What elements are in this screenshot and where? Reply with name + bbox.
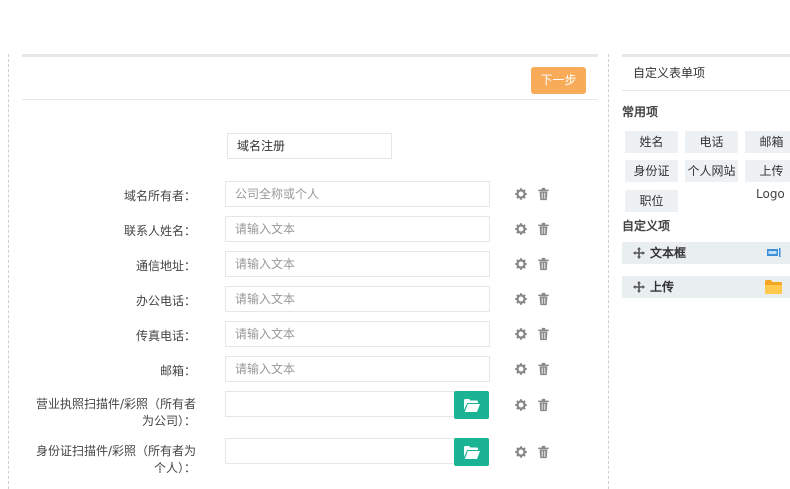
gear-icon[interactable]	[514, 222, 528, 236]
gear-icon[interactable]	[514, 187, 528, 201]
field-label: 通信地址：	[135, 259, 196, 273]
field-label: 联系人姓名：	[123, 224, 196, 238]
folder-open-icon	[463, 445, 480, 459]
fax-input[interactable]: 请输入文本	[225, 321, 490, 347]
trash-icon[interactable]	[537, 398, 550, 412]
trash-icon[interactable]	[537, 362, 550, 376]
common-item-website[interactable]: 个人网站	[685, 160, 738, 182]
folder-icon	[765, 280, 782, 294]
address-input[interactable]: 请输入文本	[225, 251, 490, 277]
next-step-button[interactable]: 下一步	[531, 67, 586, 94]
folder-open-icon	[463, 398, 480, 412]
field-label: 邮箱：	[159, 364, 196, 378]
middle-dashed-border	[608, 54, 609, 489]
common-item-upload[interactable]: 上传	[745, 160, 790, 182]
gear-icon[interactable]	[514, 398, 528, 412]
move-icon	[633, 247, 645, 259]
field-label: 营业执照扫描件/彩照（所有者为公司）：	[35, 397, 196, 428]
custom-item-upload[interactable]: 上传	[622, 276, 790, 298]
gear-icon[interactable]	[514, 445, 528, 459]
business-license-upload-input[interactable]	[225, 391, 456, 417]
contact-name-input[interactable]: 请输入文本	[225, 216, 490, 242]
common-item-position[interactable]: 职位	[625, 190, 678, 212]
common-item-phone[interactable]: 电话	[685, 131, 738, 153]
common-item-email[interactable]: 邮箱	[745, 131, 790, 153]
header-divider	[22, 99, 598, 100]
gear-icon[interactable]	[514, 292, 528, 306]
common-item-id-card[interactable]: 身份证	[625, 160, 678, 182]
email-input[interactable]: 请输入文本	[225, 356, 490, 382]
custom-form-sidebar: 自定义表单项 常用项 姓名 电话 邮箱 身份证 个人网站 上传 Logo 职位 …	[622, 54, 790, 489]
common-item-logo[interactable]: Logo	[756, 187, 785, 201]
custom-item-label: 文本框	[650, 246, 687, 260]
custom-item-textbox[interactable]: 文本框	[622, 242, 790, 264]
custom-items-heading: 自定义项	[622, 219, 671, 233]
business-license-browse-button[interactable]	[454, 391, 489, 419]
field-label: 办公电话：	[135, 294, 196, 308]
field-label: 身份证扫描件/彩照（所有者为个人）：	[35, 444, 196, 475]
form-title-input[interactable]: 域名注册	[227, 133, 392, 159]
gear-icon[interactable]	[514, 327, 528, 341]
left-dashed-border	[8, 54, 9, 489]
common-items-heading: 常用项	[622, 105, 659, 119]
trash-icon[interactable]	[537, 222, 550, 236]
gear-icon[interactable]	[514, 257, 528, 271]
field-label: 域名所有者：	[123, 189, 196, 203]
trash-icon[interactable]	[537, 292, 550, 306]
textbox-icon	[767, 248, 781, 257]
trash-icon[interactable]	[537, 327, 550, 341]
form-panel: 下一步 域名注册 域名所有者： 公司全称或个人 联系人姓名： 请输入文本 通信地…	[22, 54, 598, 489]
field-label: 传真电话：	[135, 329, 196, 343]
panel-top-bar	[22, 54, 598, 57]
owner-input[interactable]: 公司全称或个人	[225, 181, 490, 207]
sidebar-title: 自定义表单项	[622, 54, 790, 91]
custom-item-label: 上传	[650, 280, 675, 294]
office-phone-input[interactable]: 请输入文本	[225, 286, 490, 312]
gear-icon[interactable]	[514, 362, 528, 376]
move-icon	[633, 281, 645, 293]
id-card-browse-button[interactable]	[454, 438, 489, 466]
id-card-upload-input[interactable]	[225, 438, 456, 464]
trash-icon[interactable]	[537, 445, 550, 459]
trash-icon[interactable]	[537, 257, 550, 271]
common-item-name[interactable]: 姓名	[625, 131, 678, 153]
trash-icon[interactable]	[537, 187, 550, 201]
